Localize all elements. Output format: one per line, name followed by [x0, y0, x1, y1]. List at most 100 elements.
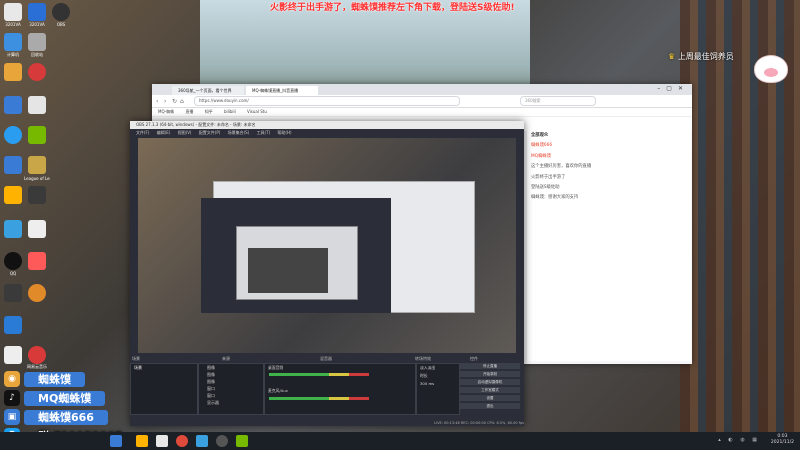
dock-header-mixer: 混音器 [320, 356, 332, 361]
home-icon[interactable]: ⌂ [180, 98, 188, 105]
channel-douyin-name: MQ蜘蛛馍 [24, 390, 106, 406]
netease-music-icon[interactable] [28, 346, 46, 364]
taskbar-app-icon[interactable] [136, 435, 148, 447]
menu-view[interactable]: 视图(V) [178, 130, 192, 135]
start-recording-button[interactable]: 开始录制 [460, 371, 520, 377]
browser-tab-douyin[interactable]: MQ-蜘蛛馍直播_抖音直播 [246, 86, 318, 95]
desktop-icon-label: League of Legends [24, 176, 50, 181]
menu-file[interactable]: 文件(F) [136, 130, 149, 135]
desktop-icon-6[interactable] [28, 63, 46, 81]
desktop-icon-5[interactable] [4, 63, 22, 81]
exit-button[interactable]: 退出 [460, 403, 520, 409]
back-icon[interactable]: ‹ [156, 98, 164, 105]
desktop-icon-21[interactable] [4, 316, 22, 334]
qq-desktop-icon[interactable] [4, 252, 22, 270]
ie-icon[interactable] [4, 126, 22, 144]
desktop-icon-22[interactable] [4, 346, 22, 364]
desktop-icon-8[interactable] [28, 96, 46, 114]
studio-mode-button[interactable]: 工作室模式 [460, 387, 520, 393]
dock-header-transitions: 转场特效 [415, 356, 431, 361]
desktop-icon-15[interactable] [4, 220, 22, 238]
channel-row-douyin: ♪ MQ蜘蛛馍 [4, 390, 106, 406]
virtual-camera-button[interactable]: 启动虚拟摄像机 [460, 379, 520, 385]
desktop-icon-18[interactable] [28, 252, 46, 270]
system-tray[interactable]: ▴ ◐ ◍ ▦ [718, 437, 760, 443]
desktop-icon-0[interactable] [4, 3, 22, 21]
obs-title-bar: OBS 27.1.3 (64-bit, windows) - 配置文件: 未命名… [130, 121, 524, 129]
desktop-icon-14[interactable] [28, 186, 46, 204]
source-item[interactable]: 窗口 [199, 385, 263, 392]
transition-duration-input[interactable]: 300 ms [417, 380, 459, 387]
stop-streaming-button[interactable]: 停止直播 [460, 363, 520, 369]
bookmark-item[interactable]: Visual Stu [247, 109, 267, 114]
obs-taskbar-icon[interactable] [216, 435, 228, 447]
transition-select[interactable]: 淡入淡出 [417, 364, 459, 372]
url-input[interactable]: https://www.douyin.com/ [194, 96, 460, 106]
desktop-icon-11[interactable] [4, 156, 22, 174]
obs-preview[interactable] [138, 138, 516, 353]
chrome-icon[interactable] [176, 435, 188, 447]
channel-row-bilibili: ▣ 蜘蛛馍666 [4, 409, 108, 425]
obs-window: OBS 27.1.3 (64-bit, windows) - 配置文件: 未命名… [130, 121, 524, 426]
obs-desktop-icon[interactable] [52, 3, 70, 21]
desktop-icon-1[interactable] [28, 3, 46, 21]
window-controls[interactable]: –▢✕ [657, 85, 689, 92]
menu-tools[interactable]: 工具(T) [257, 130, 271, 135]
source-item[interactable]: 图像 [199, 371, 263, 378]
transition-duration-label: 时长 [420, 373, 428, 378]
chat-panel-title: 全部观众 [531, 133, 549, 138]
desktop-icon-13[interactable] [4, 186, 22, 204]
menu-profile[interactable]: 配置文件(P) [199, 130, 221, 135]
chat-message: 火影终于出手游了 [531, 174, 566, 180]
start-icon[interactable] [110, 435, 122, 447]
desktop-icon-label: 计算机 [7, 52, 19, 57]
browser-tab-360[interactable]: 360导航_一个页面，看个世界 [172, 86, 244, 95]
chat-message: 这个主播好厉害，喜欢你的直播 [531, 164, 592, 170]
chat-user[interactable]: 蜘蛛馍666 [531, 143, 552, 148]
taskbar-app-icon[interactable] [236, 435, 248, 447]
scene-item[interactable]: 场景 [131, 364, 197, 372]
source-item[interactable]: 窗口 [199, 392, 263, 399]
menu-edit[interactable]: 编辑(E) [157, 130, 171, 135]
lol-icon[interactable] [28, 156, 46, 174]
best-feeder-label: ♛ 上周最佳饲养员 [668, 51, 734, 62]
refresh-icon[interactable]: ↻ [172, 98, 180, 105]
chat-panel: 全部观众 蜘蛛馍666 MQ蜘蛛馍 这个主播好厉害，喜欢你的直播 火影终于出手游… [526, 131, 691, 361]
source-item[interactable]: 图像 [199, 378, 263, 385]
desktop-icon-20[interactable] [28, 284, 46, 302]
obs-docks: 场景 来源 混音器 转场特效 控件 场景 图像 图像 图像 窗口 窗口 显示器 … [130, 354, 524, 426]
desktop-icon-7[interactable] [4, 96, 22, 114]
taskbar-app-icon[interactable] [196, 435, 208, 447]
desktop-icon-19[interactable] [4, 284, 22, 302]
source-item[interactable]: 显示器 [199, 399, 263, 406]
scenes-list: 场景 [130, 363, 198, 415]
pig-mascot-icon [754, 55, 788, 83]
search-input[interactable]: 360搜索 [520, 96, 596, 106]
taskbar-app-icon[interactable] [156, 435, 168, 447]
taskbar-clock[interactable]: 0:03 2021/11/2 [771, 434, 794, 446]
channel-row-weibo: ◉ 蜘蛛馍 [4, 371, 85, 387]
bookmark-item[interactable]: 直播 [185, 109, 193, 114]
mixer-track-label: 桌面音频 [268, 365, 284, 370]
nvidia-icon[interactable] [28, 126, 46, 144]
source-item[interactable]: 图像 [199, 364, 263, 371]
chat-user[interactable]: MQ蜘蛛馍 [531, 154, 551, 159]
desktop-icon-16[interactable] [28, 220, 46, 238]
desktop-icon-label: 3201VA [5, 22, 21, 27]
bookmark-item[interactable]: MQ-蜘蛛 [158, 109, 174, 114]
bookmark-item[interactable]: bilibili [224, 109, 236, 114]
forward-icon[interactable]: › [164, 98, 172, 105]
mixer-meter [269, 397, 369, 400]
crown-icon: ♛ [668, 52, 676, 61]
obs-status-bar: LIVE: 00:13:48 REC: 00:00:00 CPU: 8.5%, … [130, 420, 524, 426]
desktop-icon-label: QQ [9, 271, 17, 276]
desktop-icon-label: OBS [56, 22, 66, 27]
address-bar: ‹ › ↻ ⌂ https://www.douyin.com/ 360搜索 [152, 95, 692, 108]
bookmark-item[interactable]: 知乎 [205, 109, 213, 114]
menu-scene-collection[interactable]: 场景集合(S) [228, 130, 250, 135]
computer-icon[interactable] [4, 33, 22, 51]
menu-help[interactable]: 帮助(H) [277, 130, 291, 135]
weibo-icon: ◉ [4, 371, 20, 387]
recycle-bin-icon[interactable] [28, 33, 46, 51]
settings-button[interactable]: 设置 [460, 395, 520, 401]
